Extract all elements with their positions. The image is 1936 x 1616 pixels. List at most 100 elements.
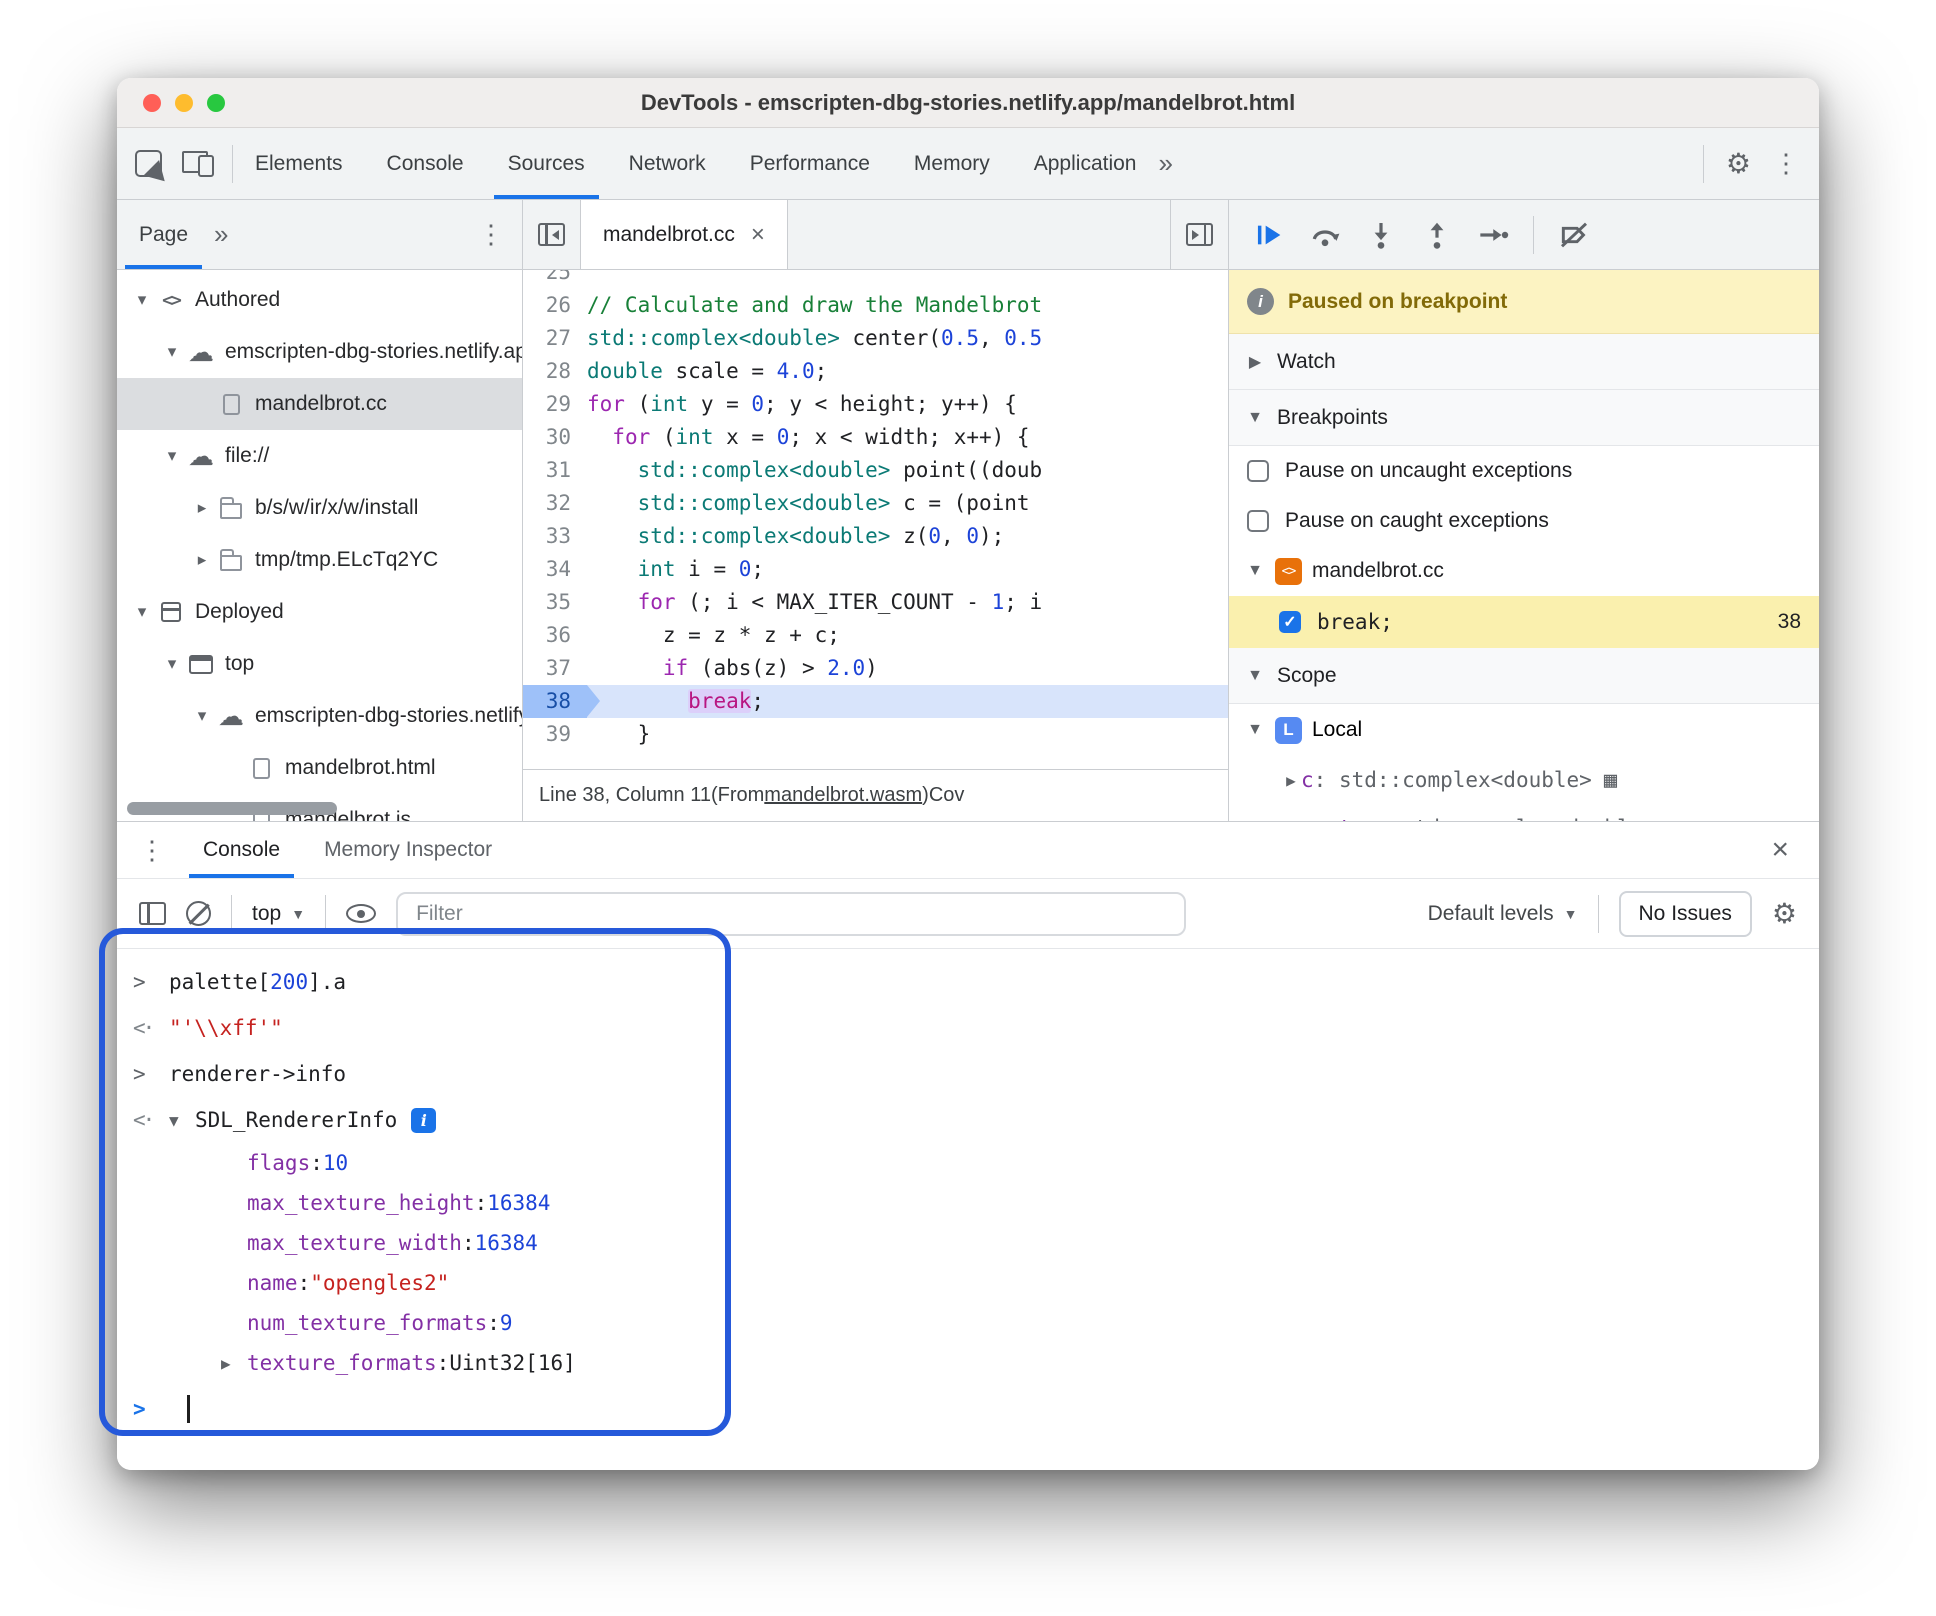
line-number[interactable]: 33 (523, 520, 587, 553)
tree-item-top[interactable]: ▾ top (117, 638, 522, 690)
line-number[interactable]: 25 (523, 270, 587, 289)
info-badge-icon[interactable]: i (411, 1107, 437, 1133)
expander-icon[interactable]: ▾ (129, 602, 155, 622)
context-selector[interactable]: top ▼ (252, 902, 305, 926)
chevron-down-icon[interactable]: ▼ (1245, 409, 1265, 427)
more-tabs-icon[interactable]: » (1158, 148, 1172, 179)
navigator-kebab-icon[interactable]: ⋮ (478, 219, 522, 250)
expander-icon[interactable]: ▾ (189, 706, 215, 726)
tree-item-emscripten-dbg-stories-netlify-app[interactable]: ▾☁ emscripten-dbg-stories.netlify.app (117, 326, 522, 378)
drawer-tab-memory-inspector[interactable]: Memory Inspector (302, 822, 514, 878)
settings-gear-icon[interactable]: ⚙ (1726, 147, 1751, 180)
tree-item-deployed[interactable]: ▾ Deployed (117, 586, 522, 638)
line-number[interactable]: 34 (523, 553, 587, 586)
live-expression-eye-icon[interactable] (346, 904, 377, 923)
log-levels-selector[interactable]: Default levels ▼ (1428, 902, 1578, 926)
section-watch[interactable]: ▶ Watch (1229, 334, 1819, 390)
expander-icon[interactable]: ▸ (189, 550, 215, 570)
line-number[interactable]: 29 (523, 388, 587, 421)
resume-icon[interactable] (1253, 219, 1285, 251)
inspect-element-icon[interactable] (135, 150, 162, 177)
line-number[interactable]: 26 (523, 289, 587, 322)
tab-memory[interactable]: Memory (892, 128, 1012, 199)
console-messages[interactable]: > palette[200].a <· "'\\xff'" > renderer->inf… (117, 949, 1819, 1470)
step-into-icon[interactable] (1365, 219, 1397, 251)
scope-var-center[interactable]: ▶center: std::complex<double>▦ (1229, 804, 1819, 822)
step-over-icon[interactable] (1309, 219, 1341, 251)
chevron-down-icon[interactable]: ▼ (1245, 721, 1265, 739)
pause-uncaught-checkbox[interactable] (1247, 460, 1269, 482)
line-number[interactable]: 35 (523, 586, 587, 619)
expander-icon[interactable]: ▼ (169, 1111, 195, 1130)
scope-local-row[interactable]: ▼ L Local (1229, 704, 1819, 756)
line-number[interactable]: 28 (523, 355, 587, 388)
chevron-right-icon[interactable]: ▶ (1245, 352, 1265, 372)
tab-elements[interactable]: Elements (233, 128, 365, 199)
scope-var-c[interactable]: ▶ c: std::complex<double> ▦ (1229, 756, 1819, 804)
expander-icon[interactable]: ▶ (221, 1354, 247, 1373)
horizontal-scrollbar-thumb[interactable] (127, 802, 337, 815)
tree-item-authored[interactable]: ▾ <> Authored (117, 274, 522, 326)
issues-counter[interactable]: No Issues (1618, 890, 1752, 937)
expander-icon[interactable]: ▾ (159, 342, 185, 362)
console-settings-gear-icon[interactable]: ⚙ (1772, 897, 1797, 930)
close-tab-icon[interactable]: × (751, 221, 765, 249)
expander-icon[interactable]: ▸ (189, 498, 215, 518)
expander-icon[interactable]: ▾ (159, 446, 185, 466)
main-menu-kebab-icon[interactable]: ⋮ (1773, 148, 1799, 179)
expander-icon[interactable]: ▾ (159, 654, 185, 674)
tree-item-b-s-w-ir-x-w-install[interactable]: ▸ b/s/w/ir/x/w/install (117, 482, 522, 534)
console-filter-input[interactable] (396, 891, 1187, 936)
step-out-icon[interactable] (1421, 219, 1453, 251)
tree-item-tmp-tmp-elctq2yc[interactable]: ▸ tmp/tmp.ELcTq2YC (117, 534, 522, 586)
line-number[interactable]: 39 (523, 718, 587, 751)
navigator-more-tabs-icon[interactable]: » (214, 219, 228, 250)
tab-mandelbrot-cc[interactable]: mandelbrot.cc × (581, 200, 788, 269)
breakpoint-entry[interactable]: ✓ break; 38 (1229, 596, 1819, 648)
wasm-source-link[interactable]: mandelbrot.wasm (764, 784, 922, 807)
tab-application[interactable]: Application (1012, 128, 1159, 199)
breakpoint-checkbox[interactable]: ✓ (1279, 611, 1301, 633)
section-scope[interactable]: ▼ Scope (1229, 648, 1819, 704)
console-sidebar-icon[interactable] (139, 902, 166, 925)
tab-console[interactable]: Console (365, 128, 486, 199)
section-breakpoints[interactable]: ▼ Breakpoints (1229, 390, 1819, 446)
pause-caught-checkbox[interactable] (1247, 510, 1269, 532)
code-editor[interactable]: 25 26// Calculate and draw the Mandelbrot… (523, 270, 1228, 769)
line-number[interactable]: 36 (523, 619, 587, 652)
close-drawer-icon[interactable]: × (1771, 833, 1813, 867)
toggle-navigator-button[interactable] (523, 200, 581, 269)
line-number[interactable]: 31 (523, 454, 587, 487)
chevron-right-icon[interactable]: ▶ (1281, 771, 1301, 790)
tab-network[interactable]: Network (607, 128, 728, 199)
expander-icon[interactable]: ▾ (129, 290, 155, 310)
minimize-window-button[interactable] (175, 93, 193, 112)
line-number[interactable]: 37 (523, 652, 587, 685)
zoom-window-button[interactable] (207, 93, 225, 112)
tree-item-mandelbrot-html[interactable]: mandelbrot.html (117, 742, 522, 794)
console-prompt-row[interactable]: > (117, 1383, 1819, 1435)
line-number[interactable]: 30 (523, 421, 587, 454)
step-icon[interactable] (1477, 219, 1509, 251)
console-input-text: 200 (270, 970, 309, 994)
toggle-debugger-sidebar-button[interactable] (1170, 200, 1228, 269)
line-number[interactable]: 27 (523, 322, 587, 355)
drawer-tab-console[interactable]: Console (181, 822, 302, 878)
tree-item-emscripten-dbg-stories-netlify-app[interactable]: ▾☁ emscripten-dbg-stories.netlify.app (117, 690, 522, 742)
line-number[interactable]: 38 (523, 685, 600, 718)
deactivate-breakpoints-icon[interactable] (1558, 219, 1590, 251)
tab-page[interactable]: Page (117, 200, 210, 269)
clear-console-icon[interactable] (186, 901, 211, 926)
drawer-kebab-icon[interactable]: ⋮ (123, 835, 181, 866)
tab-performance[interactable]: Performance (728, 128, 892, 199)
chevron-down-icon[interactable]: ▼ (1245, 667, 1265, 685)
close-window-button[interactable] (143, 93, 161, 112)
tree-item-file[interactable]: ▾ ☁ file:// (117, 430, 522, 482)
device-toolbar-icon[interactable] (182, 150, 214, 177)
tab-sources[interactable]: Sources (486, 128, 607, 199)
tree-item-mandelbrot-cc[interactable]: mandelbrot.cc (117, 378, 522, 430)
breakpoint-file-group[interactable]: ▼ <> mandelbrot.cc (1229, 546, 1819, 596)
memory-inspector-icon[interactable]: ▦ (1604, 768, 1617, 793)
line-number[interactable]: 32 (523, 487, 587, 520)
chevron-down-icon[interactable]: ▼ (1245, 562, 1265, 580)
